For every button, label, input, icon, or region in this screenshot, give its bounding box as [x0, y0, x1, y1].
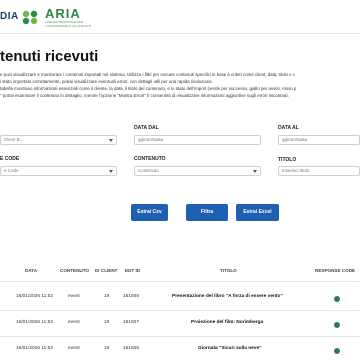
table-row[interactable]: 16/01/2026 11:52 event 19 161508 Present… [0, 294, 360, 304]
cell-id-client: 19 [104, 294, 110, 299]
column-header-titolo: TITOLO [220, 268, 237, 273]
cell-titolo: Proiezione del film: Norimberga [191, 320, 264, 325]
data-al-input[interactable]: gg/mm/aaaa [278, 135, 360, 145]
app-header: DIA ARIA AZIENDA REGIONALE PER L'INNOVAZ… [0, 0, 360, 34]
cell-data: 16/01/2026 11:52 [16, 346, 53, 351]
table-row[interactable]: 16/01/2026 11:52 event 19 161507 Proiezi… [0, 320, 360, 330]
extract-excel-button[interactable]: Estrai Excel [236, 204, 279, 221]
data-dal-input[interactable]: gg/mm/aaaa [134, 135, 261, 145]
logo-tagline: AZIENDA REGIONALE PER L'INNOVAZIONE E GL… [45, 20, 92, 28]
column-header-response-code: RESPONSE CODE [315, 268, 356, 273]
table-divider [0, 310, 360, 311]
logo-wordmark: ARIA [45, 6, 81, 21]
aria-logo-icon [22, 10, 38, 25]
page-description: e puoi visualizzare e monitorare i conte… [0, 71, 358, 99]
contenuto-select[interactable]: Contenuto [134, 166, 261, 176]
page-title: tenuti ricevuti [0, 48, 99, 65]
table-divider [0, 336, 360, 337]
description-line: tabella mostrano informazioni essenziali… [0, 86, 297, 91]
table-header: DATA CONTENUTO ID CLIENT EDT ID TITOLO R… [0, 268, 360, 276]
cell-contenuto: event [68, 320, 80, 325]
brand-text: DIA [0, 11, 19, 22]
cell-titolo: Giornata "Sicuri sulla neve" [198, 346, 262, 351]
cell-data: 16/01/2026 11:52 [16, 294, 53, 299]
response-code-label: E CODE [0, 156, 20, 162]
description-line: " potrai esaminare il contenuto in detta… [0, 93, 289, 98]
status-success-icon [334, 296, 340, 302]
filter-button[interactable]: Filtra [186, 204, 228, 221]
titolo-input[interactable]: Inserisci titolo [278, 166, 360, 176]
data-dal-label: DATA DAL [134, 125, 159, 131]
cell-contenuto: event [68, 294, 80, 299]
data-al-label: DATA AL [278, 125, 299, 131]
response-code-select[interactable]: e Code [0, 166, 117, 176]
cell-titolo: Presentazione del libro "A forza di esse… [172, 294, 283, 299]
table-divider [0, 281, 360, 282]
cell-edt-id: 161506 [123, 346, 140, 351]
cell-edt-id: 161507 [123, 320, 140, 325]
column-header-id-client: ID CLIENT [95, 268, 118, 273]
description-line: i stato importato correttamente, potrai … [0, 79, 214, 84]
column-header-data: DATA [25, 268, 38, 273]
extract-csv-button[interactable]: Estrai Csv [131, 204, 168, 221]
client-select[interactable]: Client B... [0, 135, 117, 145]
column-header-contenuto: CONTENUTO [60, 268, 90, 273]
cell-data: 16/01/2026 11:52 [16, 320, 53, 325]
cell-id-client: 19 [104, 320, 110, 325]
table-row[interactable]: 16/01/2026 11:52 event 19 161506 Giornat… [0, 346, 360, 356]
column-header-edt-id: EDT ID [125, 268, 141, 273]
cell-contenuto: event [68, 346, 80, 351]
cell-id-client: 19 [104, 346, 110, 351]
contenuto-label: CONTENUTO [134, 156, 166, 162]
status-success-icon [334, 348, 340, 354]
status-success-icon [334, 322, 340, 328]
description-line: e puoi visualizzare e monitorare i conte… [0, 72, 296, 77]
cell-edt-id: 161508 [123, 294, 140, 299]
titolo-label: TITOLO [278, 157, 297, 163]
